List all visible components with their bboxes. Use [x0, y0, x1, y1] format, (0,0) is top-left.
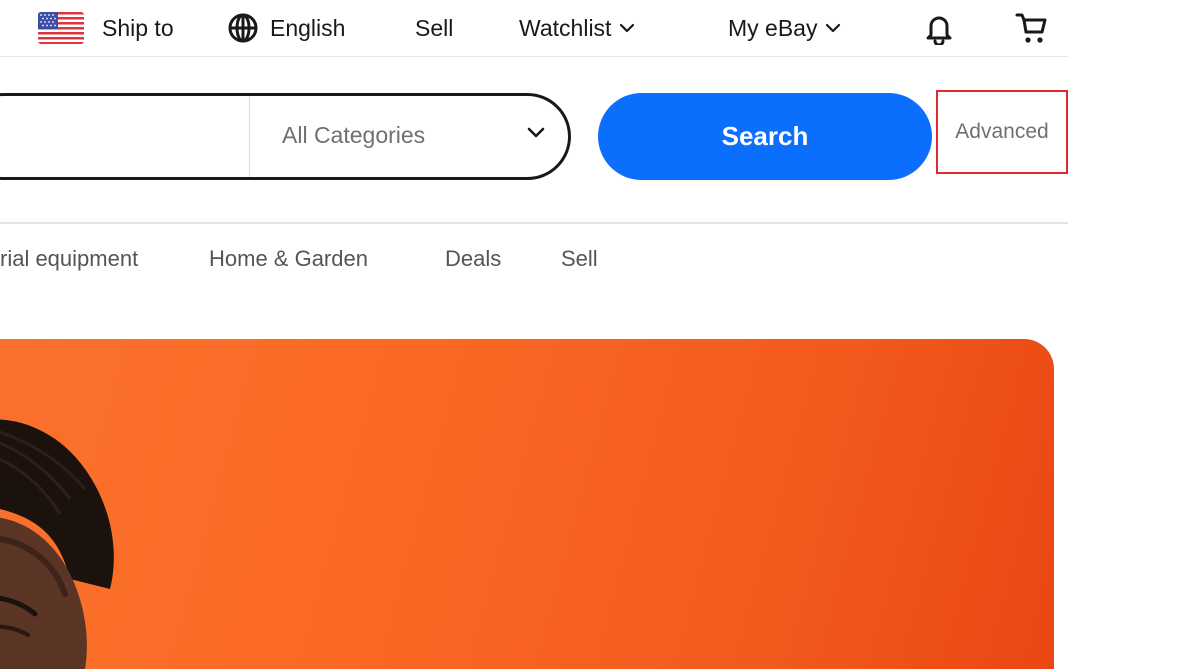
search-button[interactable]: Search [598, 93, 932, 180]
my-ebay-label: My eBay [728, 14, 818, 41]
sell-label: Sell [415, 14, 454, 41]
nav-item-deals[interactable]: Deals [445, 246, 501, 272]
watchlist-label: Watchlist [519, 14, 612, 41]
search-input[interactable] [3, 96, 208, 177]
category-dropdown[interactable]: All Categories [250, 96, 568, 177]
nav-item-sell[interactable]: Sell [561, 246, 598, 272]
chevron-down-icon [620, 23, 635, 33]
us-flag-icon [38, 12, 84, 44]
cart-icon [1015, 13, 1047, 43]
my-ebay-dropdown[interactable]: My eBay [728, 12, 841, 44]
globe-icon [228, 13, 258, 43]
ship-to-label: Ship to [102, 14, 174, 41]
nav-item-home-garden[interactable]: Home & Garden [209, 246, 368, 272]
advanced-label: Advanced [955, 120, 1049, 143]
bell-icon [926, 16, 952, 45]
cart-button[interactable] [1014, 12, 1050, 44]
hero-person-image [0, 419, 114, 669]
sell-link[interactable]: Sell [415, 12, 453, 44]
hero-banner[interactable] [0, 339, 1054, 669]
header-divider [0, 222, 1068, 224]
language-selector[interactable]: English [227, 12, 345, 44]
language-label: English [270, 14, 346, 41]
notifications-button[interactable] [922, 12, 956, 45]
advanced-search-link[interactable]: Advanced [936, 90, 1068, 174]
chevron-down-icon [826, 23, 841, 33]
top-utility-bar: Ship to English Sell Watchlist My eBay [0, 0, 1068, 57]
nav-item-industrial-equipment[interactable]: rial equipment [0, 246, 138, 272]
ship-to-button[interactable]: Ship to [38, 12, 174, 44]
watchlist-dropdown[interactable]: Watchlist [519, 12, 635, 44]
chevron-down-icon [527, 127, 545, 138]
category-label: All Categories [282, 122, 426, 148]
